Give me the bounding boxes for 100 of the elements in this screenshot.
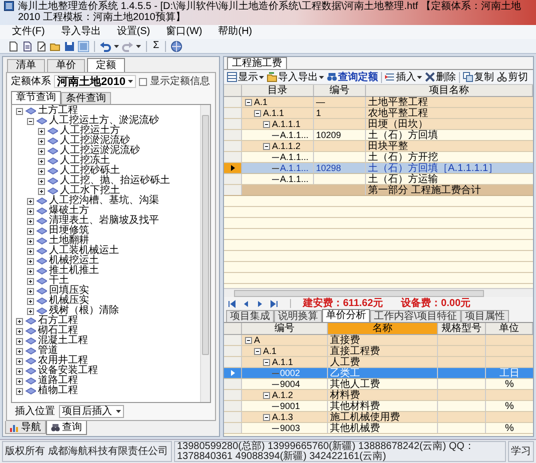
tree-item[interactable]: 人工装机械运土 [49, 246, 119, 256]
expand-toggle[interactable] [38, 158, 45, 164]
first-record-icon[interactable] [228, 300, 236, 308]
menu-item[interactable]: 窗口(W) [166, 26, 202, 38]
tree-item[interactable]: 混凝土工程 [38, 336, 88, 346]
toolbar-button[interactable]: 插入 [385, 72, 422, 82]
caret-icon[interactable] [417, 76, 422, 78]
expand-toggle[interactable] [27, 258, 34, 264]
table-row[interactable]: A.1 直接工程费 [224, 346, 533, 357]
tree-item[interactable]: 干土 [49, 276, 69, 286]
undo-icon[interactable] [100, 40, 111, 52]
expand-toggle[interactable] [16, 348, 23, 354]
globe-icon[interactable] [171, 40, 182, 52]
expand-toggle[interactable] [27, 288, 34, 294]
expand-toggle[interactable] [245, 336, 252, 344]
expand-toggle[interactable] [16, 378, 23, 384]
table-row[interactable]: A.1.1.2 田块平整 [224, 141, 533, 152]
tab[interactable]: 项目集成 [226, 310, 274, 322]
tree-item[interactable]: 人工挖运土方、淤泥流砂 [49, 116, 159, 126]
table-row[interactable]: A.1.1... 土（石）方运输 [224, 174, 533, 185]
expand-toggle[interactable] [254, 110, 261, 116]
save-all-icon[interactable] [78, 40, 89, 52]
caret-icon[interactable] [319, 76, 324, 78]
tree-item[interactable]: 残树（根）清除 [49, 306, 119, 316]
tree-item[interactable]: 人工挖运土方 [60, 126, 120, 136]
tree-item[interactable]: 砌石工程 [38, 326, 78, 336]
sum-button[interactable]: Σ [152, 40, 160, 52]
toolbar-button[interactable]: 查询定额 [327, 72, 378, 82]
table-row[interactable]: A.1.1.1 田埂（田坎） [224, 119, 533, 130]
tree-item[interactable]: 人工挖沟槽、基坑、沟渠 [49, 196, 159, 206]
tree-item[interactable]: 清理表土、岩脑坡及找平 [49, 216, 159, 226]
expand-toggle[interactable] [38, 188, 45, 194]
expand-toggle[interactable] [254, 348, 261, 354]
caret-icon[interactable] [116, 410, 121, 413]
toolbar-button[interactable]: 删除 [425, 72, 456, 82]
table-row[interactable]: A.1.3 施工机械使用费 [224, 412, 533, 423]
table-row[interactable]: A.1.1... 土（石）方开挖 [224, 152, 533, 163]
expand-toggle[interactable] [16, 358, 23, 364]
column-header[interactable]: 名称 [328, 323, 438, 334]
expand-toggle[interactable] [16, 108, 23, 114]
tab[interactable]: 查询 [46, 421, 87, 435]
expand-toggle[interactable] [27, 278, 34, 284]
tab[interactable]: 导航 [5, 421, 46, 434]
tab[interactable]: 章节查询 [11, 91, 61, 104]
toolbar-button[interactable]: 复制 [463, 72, 494, 82]
expand-toggle[interactable] [27, 118, 34, 124]
edit-document-icon[interactable] [36, 40, 47, 52]
tree-item[interactable]: 推土机推土 [49, 266, 99, 276]
toolbar-button[interactable]: 显示 [227, 72, 264, 82]
quota-system-dropdown[interactable]: 河南土地2010 [54, 75, 136, 88]
toolbar-button[interactable]: 导入导出 [267, 72, 324, 82]
expand-toggle[interactable] [27, 228, 34, 234]
expand-toggle[interactable] [245, 98, 252, 106]
expand-toggle[interactable] [27, 248, 34, 254]
tree-item[interactable]: 人工挖淤泥流砂 [60, 136, 130, 146]
toolbar-button[interactable]: 剪切 [497, 72, 528, 82]
tab[interactable]: 单价分析 [322, 309, 370, 322]
tab[interactable]: 工作内容\项目特征 [370, 310, 461, 322]
tree-item[interactable]: 田埂修筑 [49, 226, 89, 236]
caret-icon[interactable] [128, 80, 133, 83]
tree-item[interactable]: 道路工程 [38, 376, 78, 386]
tab[interactable]: 项目属性 [460, 310, 509, 322]
tab[interactable]: 条件查询 [61, 92, 111, 104]
tab[interactable]: 定额 [87, 58, 125, 72]
tree-item[interactable]: 人工水下挖土 [60, 186, 120, 196]
expand-toggle[interactable] [16, 328, 23, 334]
tab[interactable]: 清单 [7, 59, 45, 72]
expand-toggle[interactable] [27, 218, 34, 224]
last-record-icon[interactable] [270, 300, 278, 308]
expand-toggle[interactable] [263, 392, 270, 398]
document-icon[interactable] [22, 40, 33, 52]
expand-toggle[interactable] [16, 318, 23, 324]
table-row[interactable]: A.1 — 土地平整工程 [224, 97, 533, 108]
column-header[interactable]: 编号 [314, 85, 366, 96]
column-header[interactable]: 单位 [486, 323, 533, 334]
menu-item[interactable]: 文件(F) [12, 26, 45, 38]
menu-item[interactable]: 帮助(H) [218, 26, 252, 38]
caret-icon[interactable] [259, 76, 264, 78]
expand-toggle[interactable] [38, 128, 45, 134]
expand-toggle[interactable] [16, 388, 23, 394]
tree-item[interactable]: 土地翻耕 [49, 236, 89, 246]
scrollbar[interactable] [224, 288, 533, 297]
expand-toggle[interactable] [38, 138, 45, 144]
expand-toggle[interactable] [16, 368, 23, 374]
expand-toggle[interactable] [38, 168, 45, 174]
table-row[interactable]: 9003 其他机械费 % [224, 423, 533, 434]
tree-item[interactable]: 管道 [38, 346, 58, 356]
column-header[interactable]: 目录 [242, 85, 314, 96]
expand-toggle[interactable] [16, 338, 23, 344]
tree-item[interactable]: 人工挖冻土 [60, 156, 110, 166]
expand-toggle[interactable] [27, 238, 34, 244]
tree-item[interactable]: 植物工程 [38, 386, 78, 396]
expand-toggle[interactable] [263, 120, 270, 128]
table-row[interactable]: A 直接费 [224, 335, 533, 346]
expand-toggle[interactable] [27, 208, 34, 214]
tree-item[interactable]: 人工挖运淤泥流砂 [60, 146, 140, 156]
tab[interactable]: 单价 [47, 59, 85, 72]
next-record-icon[interactable] [256, 300, 264, 308]
caret-icon[interactable] [136, 44, 141, 48]
menu-item[interactable]: 导入导出 [60, 26, 101, 38]
